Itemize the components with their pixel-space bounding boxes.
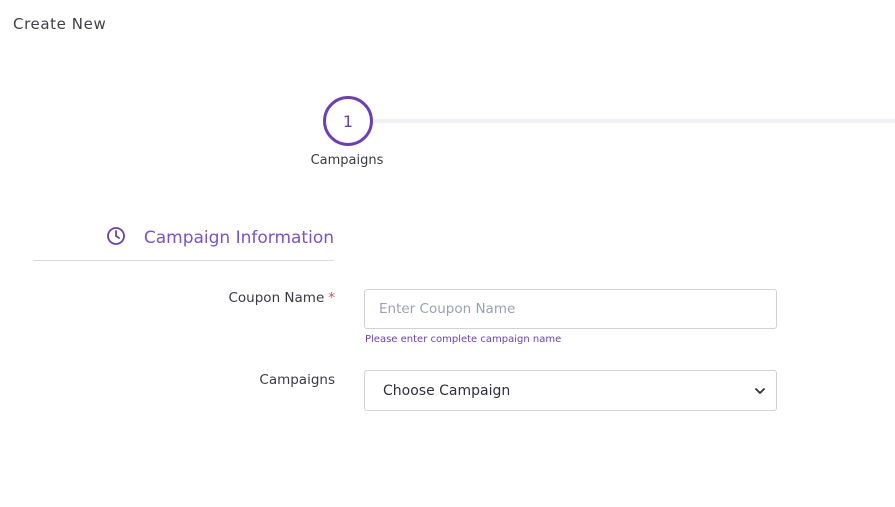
clock-icon <box>107 227 125 245</box>
required-marker: * <box>328 290 335 306</box>
campaign-select[interactable]: Choose Campaign <box>364 370 777 411</box>
coupon-name-label-text: Coupon Name <box>228 290 325 306</box>
coupon-name-input[interactable] <box>364 289 777 329</box>
section-title: Campaign Information <box>143 228 334 248</box>
step-number: 1 <box>342 111 354 131</box>
step-1-indicator[interactable]: 1 <box>323 96 373 146</box>
page-title: Create New <box>13 15 107 33</box>
campaigns-label: Campaigns <box>259 372 335 388</box>
step-1-label: Campaigns <box>310 153 384 168</box>
create-new-page: Create New 1 Campaigns Campaign Informat… <box>0 0 895 507</box>
coupon-name-label: Coupon Name * <box>229 290 336 306</box>
chevron-down-icon <box>755 387 765 394</box>
campaign-select-value: Choose Campaign <box>383 382 511 399</box>
coupon-name-help-text: Please enter complete campaign name <box>365 334 562 345</box>
section-header: Campaign Information <box>33 224 334 261</box>
stepper-progress-line <box>372 119 895 123</box>
